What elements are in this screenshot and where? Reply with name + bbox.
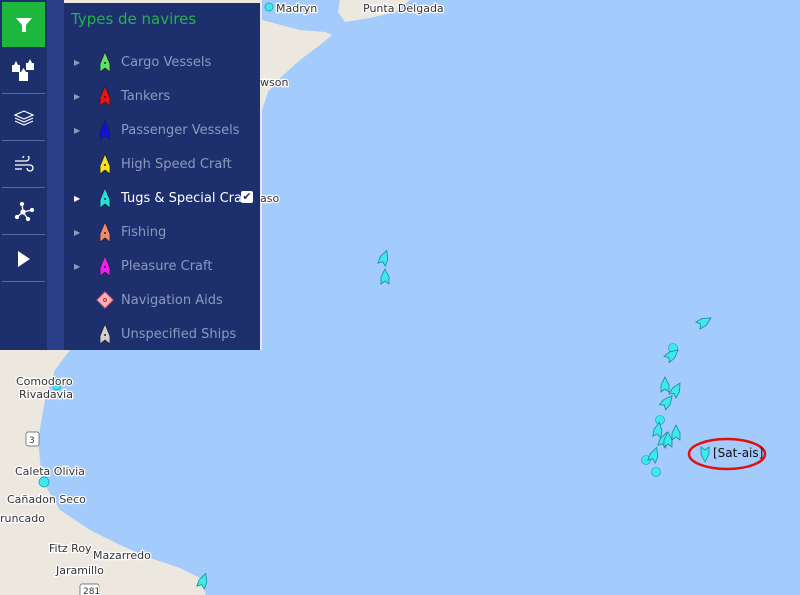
vessel-marker[interactable]	[671, 424, 681, 441]
place-label: Punta Delgada	[363, 2, 444, 15]
port-marker[interactable]	[38, 476, 50, 488]
vessel-type-item[interactable]: ▶ Cargo Vessels	[74, 51, 260, 73]
port-marker[interactable]	[264, 2, 274, 12]
expand-caret-icon[interactable]: ▶	[74, 194, 84, 203]
vessel-type-item[interactable]: ▶ Tankers	[74, 85, 260, 107]
network-icon	[14, 202, 34, 222]
vessel-marker[interactable]	[695, 315, 713, 330]
expand-caret-icon[interactable]: ▶	[74, 58, 84, 67]
vessel-type-label: Tugs & Special Craft	[121, 190, 252, 206]
network-button[interactable]	[2, 190, 45, 235]
filter-button[interactable]	[2, 2, 45, 47]
vessel-type-icon	[92, 255, 118, 277]
sat-ais-label[interactable]: [Sat-ais]	[713, 446, 763, 460]
place-label: Rivadavia	[19, 388, 73, 401]
route-number: 3	[29, 436, 35, 446]
place-label: Mazarredo	[93, 549, 151, 562]
vessel-marker[interactable]	[658, 393, 675, 411]
vessel-marker[interactable]	[380, 268, 390, 285]
expand-caret-icon[interactable]: ▶	[74, 228, 84, 237]
vessel-type-icon	[92, 85, 118, 107]
sidebar-rail	[0, 0, 47, 350]
place-label: aso	[260, 192, 279, 205]
vessel-marker[interactable]	[700, 446, 710, 463]
vessel-type-label: Pleasure Craft	[121, 258, 213, 274]
place-label: Fitz Roy	[49, 542, 92, 555]
vessel-type-icon	[92, 187, 118, 209]
vessel-marker[interactable]	[377, 249, 391, 267]
panel-title: Types de navires	[71, 10, 197, 28]
fleet-button[interactable]	[2, 49, 45, 94]
vessel-type-item[interactable]: High Speed Craft	[74, 153, 260, 175]
play-button[interactable]	[2, 237, 45, 282]
filter-icon	[15, 17, 32, 32]
checkbox[interactable]: ✔	[241, 191, 253, 203]
vessel-type-item[interactable]: Navigation Aids	[74, 289, 260, 311]
vessel-marker[interactable]	[668, 381, 683, 399]
expand-caret-icon[interactable]: ▶	[74, 262, 84, 271]
vessel-type-icon	[92, 221, 118, 243]
vessel-type-item[interactable]: ▶ Fishing	[74, 221, 260, 243]
vessel-type-item[interactable]: ▶ Tugs & Special Craft ✔	[74, 187, 260, 209]
vessel-types-panel: Types de navires ▶ Cargo Vessels ▶ Tankers ▶…	[64, 3, 260, 350]
fleet-icon	[11, 59, 34, 81]
vessel-type-icon	[92, 119, 118, 141]
vessel-type-item[interactable]: Unspecified Ships	[74, 323, 260, 345]
place-label: Comodoro	[16, 375, 73, 388]
wind-icon	[14, 156, 34, 172]
expand-caret-icon[interactable]: ▶	[74, 92, 84, 101]
place-label: Madryn	[276, 2, 317, 15]
vessel-type-icon	[92, 51, 118, 73]
layers-button[interactable]	[2, 96, 45, 141]
vessel-type-label: High Speed Craft	[121, 156, 232, 172]
vessel-type-label: Passenger Vessels	[121, 122, 240, 138]
route-number: 281	[83, 587, 100, 595]
vessel-type-item[interactable]: ▶ Pleasure Craft	[74, 255, 260, 277]
panel-edge	[47, 0, 64, 350]
vessel-type-label: Navigation Aids	[121, 292, 223, 308]
place-label: Jaramillo	[55, 564, 104, 577]
vessel-type-icon	[92, 291, 118, 309]
vessel-type-label: Cargo Vessels	[121, 54, 212, 70]
vessel-type-label: Unspecified Ships	[121, 326, 237, 342]
wind-button[interactable]	[2, 143, 45, 188]
expand-caret-icon[interactable]: ▶	[74, 126, 84, 135]
play-icon	[17, 251, 30, 267]
vessel-type-icon	[92, 323, 118, 345]
vessel-type-item[interactable]: ▶ Passenger Vessels	[74, 119, 260, 141]
vessel-type-label: Fishing	[121, 224, 167, 240]
vessel-type-icon	[92, 153, 118, 175]
place-label: Cañadon Seco	[7, 493, 86, 506]
place-label: runcado	[0, 512, 45, 525]
vessel-type-label: Tankers	[121, 88, 171, 104]
vessel-marker[interactable]	[651, 467, 661, 477]
place-label: wson	[260, 76, 288, 89]
vessel-markers	[196, 249, 713, 590]
place-label: Caleta Olivia	[15, 465, 85, 478]
vessel-marker[interactable]	[660, 376, 670, 393]
layers-icon	[13, 110, 34, 126]
